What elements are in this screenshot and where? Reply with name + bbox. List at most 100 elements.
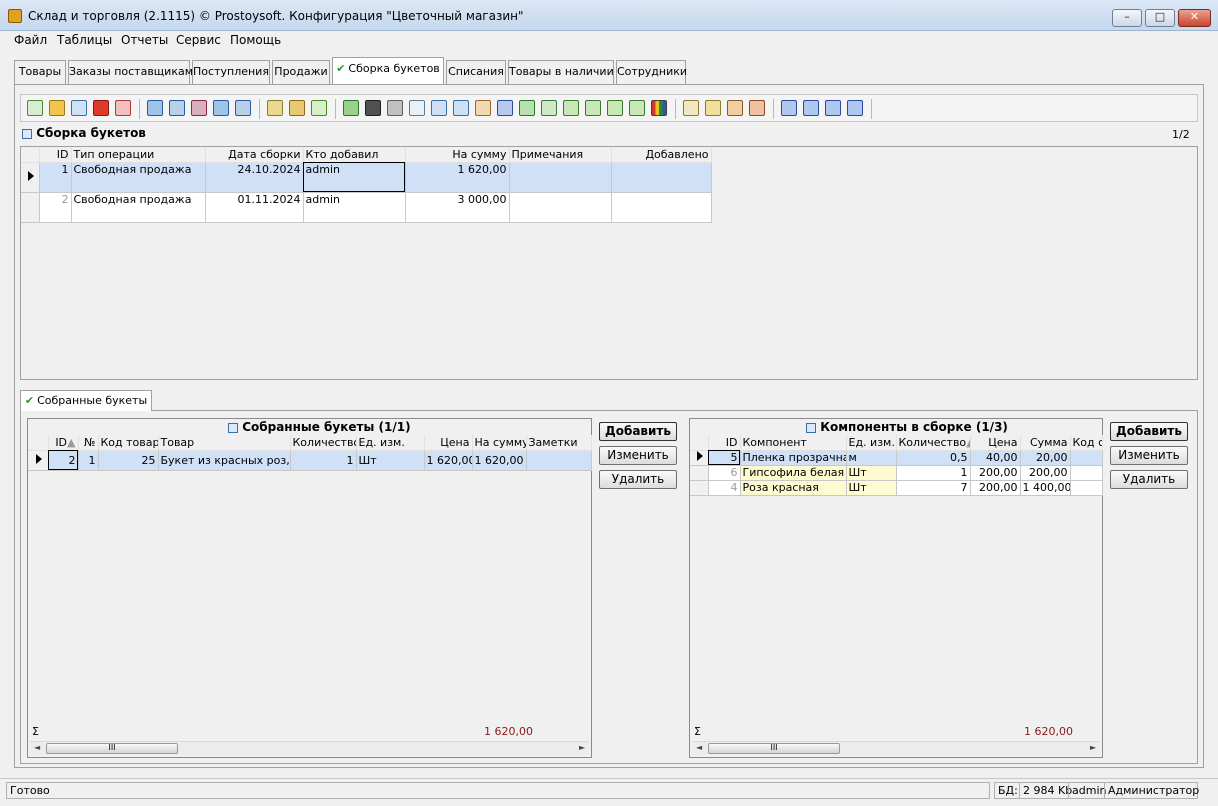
refresh-icon[interactable]: [343, 100, 359, 116]
scroll-thumb[interactable]: III: [46, 743, 178, 754]
col-component[interactable]: Компонент: [740, 435, 847, 451]
tab-stock[interactable]: Товары в наличии: [508, 60, 614, 84]
export-html-icon[interactable]: [475, 100, 491, 116]
tab-sales[interactable]: Продажи: [272, 60, 330, 84]
col-notes[interactable]: Примечания: [509, 147, 612, 163]
row-pointer-icon: [36, 453, 42, 464]
filter-clear-icon[interactable]: [235, 100, 251, 116]
export-word-icon[interactable]: [497, 100, 513, 116]
prev-record-icon[interactable]: [803, 100, 819, 116]
assembly-table: ID Тип операции Дата сборки Кто добавил …: [21, 147, 712, 223]
copy-icon[interactable]: [71, 100, 87, 116]
col-id[interactable]: ID: [39, 147, 72, 163]
col-product-code[interactable]: Код товара: [98, 435, 159, 451]
add-bouquet-button[interactable]: Добавить: [599, 422, 677, 441]
add-record-icon[interactable]: [27, 100, 43, 116]
table-row[interactable]: 5 Пленка прозрачная м 0,5 40,00 20,00: [690, 450, 1103, 466]
first-record-icon[interactable]: [781, 100, 797, 116]
horizontal-scrollbar[interactable]: ◄ III ►: [692, 741, 1100, 755]
export-doc-icon[interactable]: [453, 100, 469, 116]
preview-icon[interactable]: [409, 100, 425, 116]
col-sum[interactable]: Сумма: [1020, 435, 1071, 451]
col-stock-code[interactable]: Код ск: [1070, 435, 1103, 451]
table-row[interactable]: 2 Свободная продажа 01.11.2024 admin 3 0…: [21, 192, 712, 223]
col-quantity[interactable]: Количество▲: [896, 435, 971, 451]
table-row[interactable]: 1 Свободная продажа 24.10.2024 admin 1 6…: [21, 162, 712, 193]
export-sql-icon[interactable]: [629, 100, 645, 116]
menu-help[interactable]: Помощь: [230, 33, 281, 47]
tree-icon[interactable]: [289, 100, 305, 116]
import-icon[interactable]: [683, 100, 699, 116]
col-number[interactable]: №: [78, 435, 99, 451]
col-id[interactable]: ID: [708, 435, 741, 451]
export-dbf-icon[interactable]: [607, 100, 623, 116]
col-amount[interactable]: На сумму: [405, 147, 510, 163]
filter-add-icon[interactable]: [169, 100, 185, 116]
tab-goods[interactable]: Товары: [14, 60, 66, 84]
menu-reports[interactable]: Отчеты: [121, 33, 168, 47]
scroll-right-icon[interactable]: ►: [579, 743, 585, 752]
filter-edit-icon[interactable]: [213, 100, 229, 116]
tab-supplier-orders[interactable]: Заказы поставщикам: [68, 60, 193, 84]
menu-bar: Файл Таблицы Отчеты Сервис Помощь: [0, 31, 1218, 51]
edit-icon[interactable]: [49, 100, 65, 116]
horizontal-scrollbar[interactable]: ◄ III ►: [30, 741, 589, 755]
col-id[interactable]: ID▲: [48, 435, 79, 451]
add-component-button[interactable]: Добавить: [1110, 422, 1188, 441]
maximize-button[interactable]: □: [1145, 9, 1175, 27]
scroll-left-icon[interactable]: ◄: [34, 743, 40, 752]
export-txt-icon[interactable]: [563, 100, 579, 116]
minimize-button[interactable]: –: [1112, 9, 1142, 27]
menu-tables[interactable]: Таблицы: [57, 33, 112, 47]
tab-bouquet-assembly[interactable]: ✔ Сборка букетов: [332, 57, 444, 84]
edit-component-button[interactable]: Изменить: [1110, 446, 1188, 465]
export-excel-icon[interactable]: [519, 100, 535, 116]
col-quantity[interactable]: Количество: [290, 435, 357, 451]
print-icon[interactable]: [387, 100, 403, 116]
filter-remove-icon[interactable]: [191, 100, 207, 116]
delete-all-icon[interactable]: [115, 100, 131, 116]
col-operation-type[interactable]: Тип операции: [71, 147, 206, 163]
menu-service[interactable]: Сервис: [176, 33, 221, 47]
table-row[interactable]: 2 1 25 Букет из красных роз, 7 1 Шт 1 62…: [28, 450, 592, 471]
table-row[interactable]: 4 Роза красная Шт 7 200,00 1 400,00: [690, 480, 1103, 496]
col-amount[interactable]: На сумму: [472, 435, 527, 451]
tab-writeoffs[interactable]: Списания: [446, 60, 506, 84]
scroll-left-icon[interactable]: ◄: [696, 743, 702, 752]
scroll-right-icon[interactable]: ►: [1090, 743, 1096, 752]
sum-value: 1 620,00: [484, 725, 533, 738]
col-unit[interactable]: Ед. изм.: [356, 435, 425, 451]
col-price[interactable]: Цена: [970, 435, 1021, 451]
sql-icon[interactable]: [311, 100, 327, 116]
tab-collected-bouquets[interactable]: ✔ Собранные букеты: [20, 390, 152, 411]
export-xml-icon[interactable]: [585, 100, 601, 116]
export-icon[interactable]: [431, 100, 447, 116]
col-unit[interactable]: Ед. изм.: [846, 435, 897, 451]
table-settings-icon[interactable]: [749, 100, 765, 116]
binoculars-icon[interactable]: [365, 100, 381, 116]
scroll-thumb[interactable]: III: [708, 743, 840, 754]
tab-employees[interactable]: Сотрудники: [616, 60, 687, 84]
group-icon[interactable]: [267, 100, 283, 116]
filter-icon[interactable]: [147, 100, 163, 116]
edit-bouquet-button[interactable]: Изменить: [599, 446, 677, 465]
col-product[interactable]: Товар: [158, 435, 291, 451]
chart-icon[interactable]: [651, 100, 667, 116]
table-icon[interactable]: [727, 100, 743, 116]
col-notes[interactable]: Заметки: [526, 435, 592, 451]
delete-icon[interactable]: [93, 100, 109, 116]
delete-bouquet-button[interactable]: Удалить: [599, 470, 677, 489]
document-icon[interactable]: [705, 100, 721, 116]
tab-receipts[interactable]: Поступления: [192, 60, 270, 84]
col-added[interactable]: Добавлено: [611, 147, 712, 163]
export-csv-icon[interactable]: [541, 100, 557, 116]
col-assembly-date[interactable]: Дата сборки: [205, 147, 304, 163]
close-button[interactable]: ✕: [1178, 9, 1211, 27]
next-record-icon[interactable]: [825, 100, 841, 116]
col-price[interactable]: Цена: [424, 435, 473, 451]
col-added-by[interactable]: Кто добавил: [303, 147, 406, 163]
table-row[interactable]: 6 Гипсофила белая Шт 1 200,00 200,00: [690, 465, 1103, 481]
delete-component-button[interactable]: Удалить: [1110, 470, 1188, 489]
menu-file[interactable]: Файл: [14, 33, 47, 47]
last-record-icon[interactable]: [847, 100, 863, 116]
